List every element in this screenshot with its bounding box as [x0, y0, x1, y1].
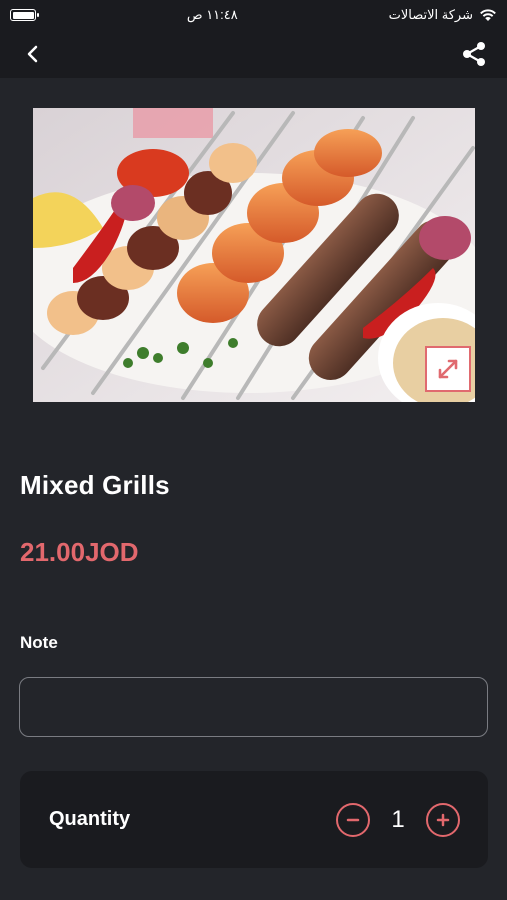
quantity-label: Quantity	[49, 808, 131, 830]
quantity-stepper: 1	[336, 802, 460, 837]
chevron-left-icon	[27, 45, 38, 63]
item-image[interactable]	[33, 108, 475, 402]
decrease-quantity-button[interactable]	[336, 802, 370, 837]
back-button[interactable]	[18, 39, 48, 69]
status-time: ١١:٤٨ ص	[186, 7, 238, 22]
grill-illustration	[33, 108, 475, 402]
status-bar: ١١:٤٨ ص شركة الاتصالات	[0, 0, 507, 30]
plus-icon	[436, 813, 450, 826]
minus-icon	[346, 818, 360, 821]
quantity-card: Quantity 1	[20, 771, 488, 868]
battery-icon	[10, 9, 39, 21]
item-title: Mixed Grills	[20, 470, 170, 500]
increase-quantity-button[interactable]	[426, 802, 460, 837]
item-price: 21.00JOD	[20, 537, 139, 567]
expand-icon	[438, 359, 458, 379]
carrier-name: شركة الاتصالات	[388, 7, 473, 22]
note-input[interactable]	[19, 677, 488, 737]
expand-image-button[interactable]	[425, 346, 471, 392]
share-button[interactable]	[459, 39, 489, 69]
quantity-value: 1	[391, 805, 405, 833]
share-icon	[463, 42, 485, 66]
nav-bar	[0, 30, 507, 78]
wifi-icon	[480, 9, 496, 21]
note-label: Note	[20, 633, 58, 652]
